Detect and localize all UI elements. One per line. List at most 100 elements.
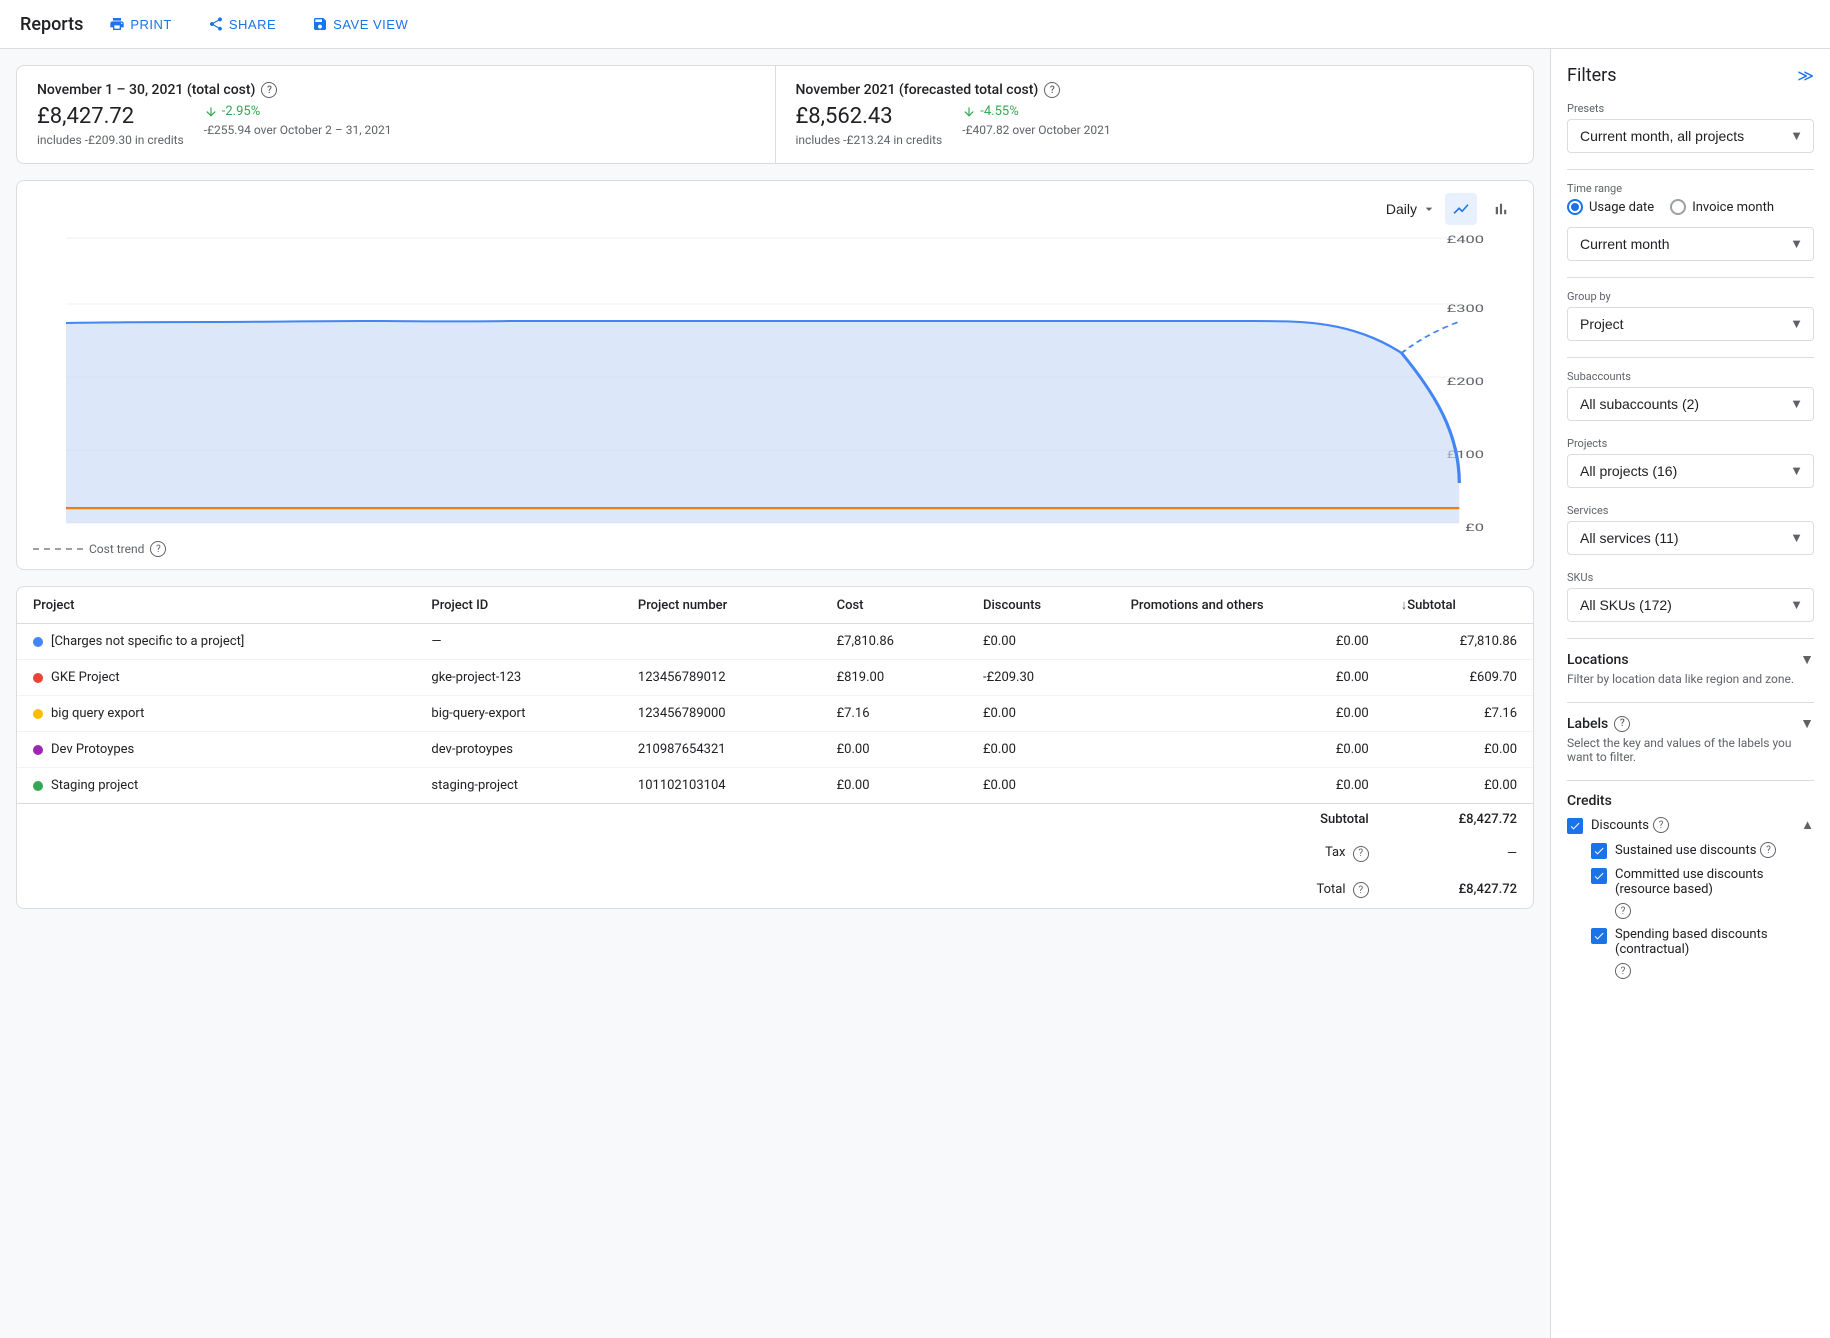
skus-select-wrapper: All SKUs (172) ▼ — [1567, 588, 1814, 622]
filters-title: Filters ≫ — [1567, 65, 1814, 86]
save-icon — [312, 16, 328, 32]
usage-date-option[interactable]: Usage date — [1567, 199, 1654, 215]
help-icon-labels[interactable]: ? — [1614, 716, 1630, 732]
help-icon-tax[interactable]: ? — [1353, 846, 1369, 862]
line-chart-icon — [1452, 200, 1470, 218]
labels-title[interactable]: Labels ? ▼ — [1567, 715, 1814, 732]
col-project: Project — [17, 587, 415, 624]
labels-section: Labels ? ▼ Select the key and values of … — [1567, 715, 1814, 764]
cell-project-0: [Charges not specific to a project] — [17, 624, 415, 660]
save-view-label: SAVE VIEW — [333, 17, 408, 32]
down-arrow-icon2 — [962, 105, 976, 119]
invoice-month-radio[interactable] — [1670, 199, 1686, 215]
forecast-credits: includes -£213.24 in credits — [796, 133, 943, 147]
cell-subtotal-2: £7.16 — [1385, 696, 1533, 732]
help-icon-actual[interactable]: ? — [261, 82, 277, 98]
invoice-month-option[interactable]: Invoice month — [1670, 199, 1774, 215]
bar-chart-button[interactable] — [1485, 193, 1517, 225]
spending-based-checkbox[interactable] — [1591, 928, 1607, 944]
skus-select[interactable]: All SKUs (172) — [1568, 589, 1813, 621]
services-filter-section: Services All services (11) ▼ — [1567, 504, 1814, 555]
summary-card-actual: November 1 – 30, 2021 (total cost) ? £8,… — [17, 66, 775, 163]
locations-title[interactable]: Locations ▼ — [1567, 651, 1814, 668]
tax-value: — — [1385, 835, 1533, 872]
daily-select[interactable]: Daily — [1386, 201, 1437, 217]
actual-change-text: -£255.94 over October 2 – 31, 2021 — [204, 123, 392, 137]
spending-based-label: Spending based discounts (contractual) ? — [1615, 927, 1814, 979]
group-by-select[interactable]: Project — [1568, 308, 1813, 340]
data-table: Project Project ID Project number Cost D… — [16, 586, 1534, 909]
divider2 — [1567, 277, 1814, 278]
usage-date-radio[interactable] — [1567, 199, 1583, 215]
cell-discounts-4: £0.00 — [967, 768, 1115, 804]
help-icon-forecast[interactable]: ? — [1044, 82, 1060, 98]
help-icon-discounts[interactable]: ? — [1653, 817, 1669, 833]
sustained-use-checkbox[interactable] — [1591, 843, 1607, 859]
cell-cost-3: £0.00 — [821, 732, 967, 768]
sustained-use-label: Sustained use discounts ? — [1615, 842, 1776, 858]
current-month-select-wrapper: Current month ▼ — [1567, 227, 1814, 261]
help-icon-total[interactable]: ? — [1353, 882, 1369, 898]
project-dot-4 — [33, 781, 43, 791]
help-icon-cost-trend[interactable]: ? — [150, 541, 166, 557]
line-chart-button[interactable] — [1445, 193, 1477, 225]
subaccounts-section: Subaccounts All subaccounts (2) ▼ — [1567, 370, 1814, 421]
cell-project-4: Staging project — [17, 768, 415, 804]
subaccounts-label: Subaccounts — [1567, 370, 1814, 383]
labels-collapse-btn[interactable]: ▼ — [1800, 715, 1814, 732]
project-dot-2 — [33, 709, 43, 719]
divider4 — [1567, 638, 1814, 639]
save-view-button[interactable]: SAVE VIEW — [302, 10, 418, 38]
print-button[interactable]: PRINT — [99, 10, 182, 38]
summary-forecast-right: -4.55% -£407.82 over October 2021 — [962, 104, 1110, 137]
down-arrow-icon — [204, 105, 218, 119]
subaccounts-select[interactable]: All subaccounts (2) — [1568, 388, 1813, 420]
svg-text:£200: £200 — [1447, 376, 1484, 388]
col-discounts: Discounts — [967, 587, 1115, 624]
cell-promotions-3: £0.00 — [1115, 732, 1385, 768]
committed-use-label: Committed use discounts (resource based)… — [1615, 867, 1814, 919]
cell-subtotal-0: £7,810.86 — [1385, 624, 1533, 660]
presets-section: Presets Current month, all projects ▼ — [1567, 102, 1814, 153]
col-project-number: Project number — [622, 587, 821, 624]
spending-based-row: Spending based discounts (contractual) ? — [1591, 927, 1814, 979]
help-icon-sustained[interactable]: ? — [1760, 842, 1776, 858]
sort-icon: ↓ — [1401, 597, 1408, 613]
discounts-collapse-btn[interactable]: ▲ — [1801, 817, 1814, 833]
discounts-checkbox[interactable] — [1567, 818, 1583, 834]
summary-card-actual-title: November 1 – 30, 2021 (total cost) ? — [37, 82, 755, 98]
cost-chart: £0 £100 £200 £300 £400 — [33, 233, 1517, 533]
services-select[interactable]: All services (11) — [1568, 522, 1813, 554]
chevron-down-icon — [1421, 201, 1437, 217]
time-range-section: Time range Usage date Invoice month Curr… — [1567, 182, 1814, 261]
main-layout: November 1 – 30, 2021 (total cost) ? £8,… — [0, 49, 1830, 1338]
cell-cost-0: £7,810.86 — [821, 624, 967, 660]
group-by-select-wrapper: Project ▼ — [1567, 307, 1814, 341]
table-row: GKE Project gke-project-123 123456789012… — [17, 660, 1533, 696]
svg-text:£300: £300 — [1447, 303, 1484, 315]
help-icon-spending[interactable]: ? — [1615, 963, 1631, 979]
filters-panel: Filters ≫ Presets Current month, all pro… — [1550, 49, 1830, 1338]
locations-section: Locations ▼ Filter by location data like… — [1567, 651, 1814, 686]
cell-cost-4: £0.00 — [821, 768, 967, 804]
forecast-amount: £8,562.43 — [796, 104, 943, 129]
content-area: November 1 – 30, 2021 (total cost) ? £8,… — [0, 49, 1550, 1338]
presets-select[interactable]: Current month, all projects — [1568, 120, 1813, 152]
cell-project-number-3: 210987654321 — [622, 732, 821, 768]
share-button[interactable]: SHARE — [198, 10, 286, 38]
presets-select-wrapper: Current month, all projects ▼ — [1567, 119, 1814, 153]
chart-controls: Daily — [33, 193, 1517, 225]
current-month-select[interactable]: Current month — [1568, 228, 1813, 260]
credits-title: Credits — [1567, 793, 1814, 809]
projects-select[interactable]: All projects (16) — [1568, 455, 1813, 487]
cost-trend-line — [33, 548, 83, 550]
committed-use-checkbox[interactable] — [1591, 868, 1607, 884]
table-row: [Charges not specific to a project] — £7… — [17, 624, 1533, 660]
summary-card-forecast-title: November 2021 (forecasted total cost) ? — [796, 82, 1514, 98]
projects-table: Project Project ID Project number Cost D… — [17, 587, 1533, 908]
help-icon-committed[interactable]: ? — [1615, 903, 1631, 919]
expand-panel-button[interactable]: ≫ — [1797, 66, 1814, 86]
locations-collapse-btn[interactable]: ▼ — [1800, 651, 1814, 668]
committed-use-row: Committed use discounts (resource based)… — [1591, 867, 1814, 919]
services-select-wrapper: All services (11) ▼ — [1567, 521, 1814, 555]
